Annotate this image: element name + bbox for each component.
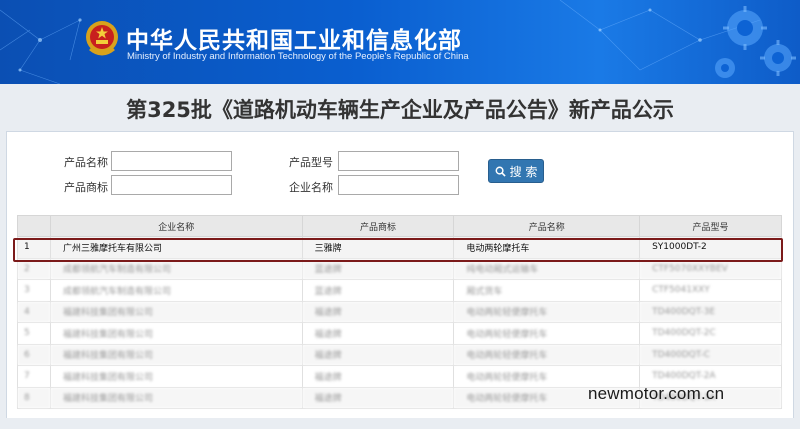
column-header-index: [17, 215, 51, 237]
site-banner: 中华人民共和国工业和信息化部 Ministry of Industry and …: [0, 0, 800, 84]
row-model: SY1000DT-2: [639, 236, 782, 259]
company-name-input[interactable]: [338, 175, 459, 195]
column-header-brand: 产品商标: [301, 215, 455, 237]
row-company: 福建科技集团有限公司: [49, 386, 303, 409]
national-emblem-icon: [86, 21, 118, 56]
row-model: CTF5070XXYBEV: [639, 257, 782, 280]
row-model: CTF5041XXY: [639, 279, 782, 302]
row-index: 5: [17, 322, 51, 345]
row-product-name: 厢式货车: [453, 279, 641, 302]
column-header-model: 产品型号: [639, 215, 782, 237]
product-model-input[interactable]: [338, 151, 459, 171]
product-brand-input[interactable]: [111, 175, 232, 195]
site-title: 中华人民共和国工业和信息化部: [126, 28, 462, 54]
row-brand: 福途牌: [301, 343, 455, 366]
row-brand: 蓝途牌: [301, 279, 455, 302]
column-header-company: 企业名称: [49, 215, 303, 237]
search-button-label: 搜 索: [509, 164, 538, 179]
table-row[interactable]: 6 福建科技集团有限公司 福途牌 电动两轮轻便摩托车 TD400DQT-C: [17, 343, 782, 366]
row-index: 7: [17, 365, 51, 388]
row-company: 广州三雅摩托车有限公司: [49, 236, 303, 259]
table-row[interactable]: 5 福建科技集团有限公司 福途牌 电动两轮轻便摩托车 TD400DQT-2C: [17, 322, 782, 345]
row-company: 福建科技集团有限公司: [49, 343, 303, 366]
row-company: 福建科技集团有限公司: [49, 300, 303, 323]
row-index: 1: [17, 236, 51, 259]
table-row[interactable]: 3 成都领航汽车制造有限公司 蓝途牌 厢式货车 CTF5041XXY: [17, 279, 782, 302]
row-company: 福建科技集团有限公司: [49, 365, 303, 388]
row-index: 4: [17, 300, 51, 323]
table-row[interactable]: 4 福建科技集团有限公司 福途牌 电动两轮轻便摩托车 TD400DQT-3E: [17, 300, 782, 323]
row-model: TD400DQT-C: [639, 343, 782, 366]
row-brand: 三雅牌: [301, 236, 455, 259]
row-product-name: 电动两轮轻便摩托车: [453, 343, 641, 366]
row-brand: 福途牌: [301, 300, 455, 323]
row-company: 成都领航汽车制造有限公司: [49, 257, 303, 280]
row-model: TD400DQT-3E: [639, 300, 782, 323]
site-subtitle: Ministry of Industry and Information Tec…: [127, 51, 469, 62]
row-index: 8: [17, 386, 51, 409]
row-brand: 福途牌: [301, 365, 455, 388]
row-model: TD400DQT-2C: [639, 322, 782, 345]
table-row[interactable]: 1 广州三雅摩托车有限公司 三雅牌 电动两轮摩托车 SY1000DT-2: [17, 236, 782, 259]
row-product-name: 电动两轮轻便摩托车: [453, 300, 641, 323]
row-brand: 蓝途牌: [301, 257, 455, 280]
column-header-product-name: 产品名称: [453, 215, 641, 237]
product-name-input[interactable]: [111, 151, 232, 171]
company-name-label: 企业名称: [289, 181, 333, 194]
table-row[interactable]: 2 成都领航汽车制造有限公司 蓝途牌 纯电动厢式运输车 CTF5070XXYBE…: [17, 257, 782, 280]
watermark-text: newmotor.com.cn: [588, 384, 725, 403]
product-name-label: 产品名称: [64, 156, 108, 169]
product-brand-label: 产品商标: [64, 181, 108, 194]
row-product-name: 电动两轮轻便摩托车: [453, 322, 641, 345]
table-header-row: 企业名称 产品商标 产品名称 产品型号: [17, 215, 782, 237]
page-title: 第325批《道路机动车辆生产企业及产品公告》新产品公示: [126, 98, 674, 122]
row-product-name: 纯电动厢式运输车: [453, 257, 641, 280]
row-company: 成都领航汽车制造有限公司: [49, 279, 303, 302]
row-index: 3: [17, 279, 51, 302]
page: 中华人民共和国工业和信息化部 Ministry of Industry and …: [0, 0, 800, 429]
search-icon: [495, 166, 506, 177]
row-index: 2: [17, 257, 51, 280]
row-product-name: 电动两轮摩托车: [453, 236, 641, 259]
row-brand: 福途牌: [301, 322, 455, 345]
row-index: 6: [17, 343, 51, 366]
results-table: 企业名称 产品商标 产品名称 产品型号 1 广州三雅摩托车有限公司 三雅牌 电动…: [17, 215, 782, 409]
product-model-label: 产品型号: [289, 156, 333, 169]
row-brand: 福途牌: [301, 386, 455, 409]
row-company: 福建科技集团有限公司: [49, 322, 303, 345]
search-button[interactable]: 搜 索: [488, 159, 544, 183]
bottom-shade: [0, 418, 800, 429]
